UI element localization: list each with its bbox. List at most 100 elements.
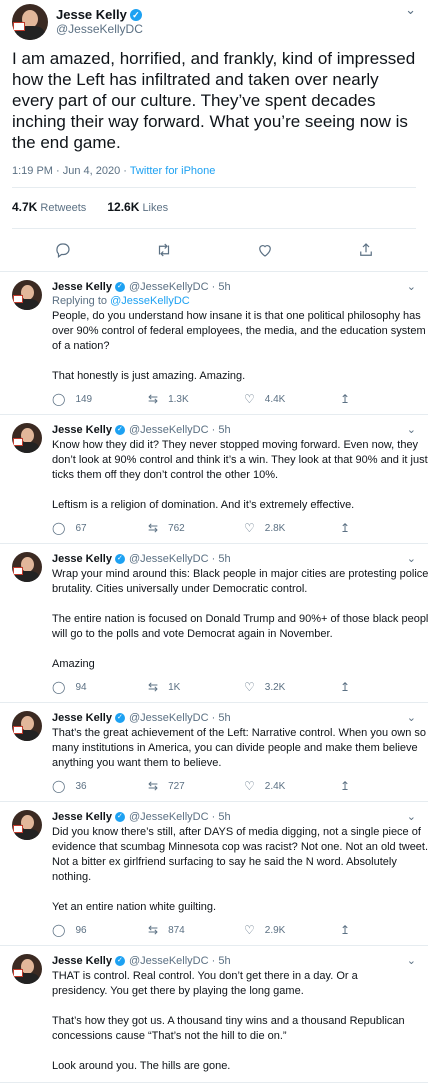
heart-icon: ♡	[244, 680, 255, 694]
reply-button[interactable]: ◯ 94	[52, 680, 148, 694]
reply-tweet[interactable]: Jesse Kelly ✓ @JesseKellyDC · 5h Know how t…	[0, 415, 428, 544]
chevron-down-icon[interactable]: ⌄	[407, 954, 416, 967]
heart-icon[interactable]	[256, 241, 274, 259]
share-icon: ↥	[340, 923, 351, 937]
main-action-bar	[12, 229, 416, 271]
author-handle[interactable]: @JesseKellyDC	[56, 22, 143, 37]
tweet-timestamp[interactable]: 1:19 PM · Jun 4, 2020 ·	[12, 165, 130, 177]
author-handle[interactable]: @JesseKellyDC · 5h	[129, 954, 231, 968]
retweets-stat[interactable]: 4.7K Retweets	[12, 200, 87, 214]
avatar[interactable]	[12, 280, 42, 310]
verified-badge-icon: ✓	[114, 713, 125, 723]
reply-action-bar: ◯ 67 ⇆ 762 ♡ 2.8K ↥	[52, 521, 428, 535]
author-name[interactable]: Jesse Kelly	[52, 810, 112, 824]
author-name[interactable]: Jesse Kelly	[56, 7, 127, 22]
retweet-icon: ⇆	[148, 392, 159, 406]
tweet-meta: 1:19 PM · Jun 4, 2020 · Twitter for iPho…	[12, 165, 416, 188]
replying-to-prefix: Replying to	[52, 295, 111, 307]
retweet-button[interactable]: ⇆ 727	[148, 779, 244, 793]
reply-action-bar: ◯ 96 ⇆ 874 ♡ 2.9K ↥	[52, 923, 428, 937]
reply-header: Jesse Kelly ✓ @JesseKellyDC · 5h	[52, 954, 416, 968]
chevron-down-icon[interactable]: ⌄	[407, 423, 416, 436]
author-name[interactable]: Jesse Kelly	[52, 423, 112, 437]
like-button[interactable]: ♡ 4.4K	[244, 392, 340, 406]
reply-count: 67	[75, 522, 87, 534]
reply-button[interactable]: ◯ 67	[52, 521, 148, 535]
like-button[interactable]: ♡ 2.9K	[244, 923, 340, 937]
reply-count: 94	[75, 681, 87, 693]
reply-text: That’s the great achievement of the Left…	[52, 727, 426, 769]
reply-body: Jesse Kelly ✓ @JesseKellyDC · 5h THAT is co…	[52, 954, 416, 1074]
share-button[interactable]: ↥	[340, 923, 428, 937]
tweet-source[interactable]: Twitter for iPhone	[130, 165, 216, 177]
reply-header: Jesse Kelly ✓ @JesseKellyDC · 5h	[52, 423, 428, 437]
retweet-count: 762	[168, 522, 185, 534]
reply-text: Did you know there’s still, after DAYS o…	[52, 826, 428, 913]
speech-bubble-icon: ◯	[52, 680, 66, 694]
retweet-icon[interactable]	[155, 241, 173, 259]
reply-action-bar: ◯ 36 ⇆ 727 ♡ 2.4K ↥	[52, 779, 428, 793]
author-handle[interactable]: @JesseKellyDC · 5h	[129, 810, 231, 824]
likes-count: 12.6K	[107, 200, 140, 214]
reply-body: Jesse Kelly ✓ @JesseKellyDC · 5h Wrap your …	[52, 552, 428, 694]
share-icon: ↥	[340, 392, 351, 406]
retweets-label: Retweets	[40, 202, 87, 214]
avatar[interactable]	[12, 954, 42, 984]
share-button[interactable]: ↥	[340, 779, 428, 793]
avatar[interactable]	[12, 4, 48, 40]
retweet-button[interactable]: ⇆ 762	[148, 521, 244, 535]
share-button[interactable]: ↥	[340, 680, 428, 694]
avatar[interactable]	[12, 423, 42, 453]
chevron-down-icon[interactable]: ⌄	[407, 711, 416, 724]
share-icon[interactable]	[357, 241, 375, 259]
reply-body: Jesse Kelly ✓ @JesseKellyDC · 5h Did you kn…	[52, 810, 428, 937]
share-button[interactable]: ↥	[340, 521, 428, 535]
speech-bubble-icon: ◯	[52, 392, 66, 406]
reply-tweet[interactable]: Jesse Kelly ✓ @JesseKellyDC · 5h Did you kn…	[0, 802, 428, 946]
like-count: 4.4K	[264, 393, 286, 405]
chevron-down-icon[interactable]: ⌄	[407, 810, 416, 823]
reply-button[interactable]: ◯ 96	[52, 923, 148, 937]
reply-button[interactable]: ◯ 149	[52, 392, 148, 406]
retweet-icon: ⇆	[148, 779, 159, 793]
author-handle[interactable]: @JesseKellyDC · 5h	[129, 280, 231, 294]
avatar[interactable]	[12, 552, 42, 582]
retweet-button[interactable]: ⇆ 1K	[148, 680, 244, 694]
reply-count: 149	[75, 393, 93, 405]
retweet-button[interactable]: ⇆ 1.3K	[148, 392, 244, 406]
like-button[interactable]: ♡ 2.4K	[244, 779, 340, 793]
heart-icon: ♡	[244, 521, 255, 535]
like-button[interactable]: ♡ 2.8K	[244, 521, 340, 535]
chevron-down-icon[interactable]: ⌄	[407, 280, 416, 293]
reply-tweet[interactable]: Jesse Kelly ✓ @JesseKellyDC · 5h THAT is co…	[0, 946, 428, 1083]
author-handle[interactable]: @JesseKellyDC · 5h	[129, 423, 231, 437]
author-name[interactable]: Jesse Kelly	[52, 954, 112, 968]
like-button[interactable]: ♡ 3.2K	[244, 680, 340, 694]
likes-label: Likes	[142, 202, 169, 214]
replying-to-handle[interactable]: @JesseKellyDC	[110, 295, 190, 307]
reply-button[interactable]: ◯ 36	[52, 779, 148, 793]
chevron-down-icon[interactable]: ⌄	[405, 2, 416, 18]
reply-tweet[interactable]: Jesse Kelly ✓ @JesseKellyDC · 5h Wrap your …	[0, 544, 428, 703]
retweet-count: 1.3K	[168, 393, 189, 405]
reply-header: Jesse Kelly ✓ @JesseKellyDC · 5h	[52, 280, 428, 294]
reply-tweet[interactable]: Jesse Kelly ✓ @JesseKellyDC · 5h Replying t…	[0, 272, 428, 415]
author-handle[interactable]: @JesseKellyDC · 5h	[129, 711, 231, 725]
reply-icon[interactable]	[54, 241, 72, 259]
main-tweet-header: Jesse Kelly ✓ @JesseKellyDC ⌄	[12, 0, 416, 44]
retweet-button[interactable]: ⇆ 874	[148, 923, 244, 937]
reply-text: People, do you understand how insane it …	[52, 310, 426, 382]
likes-stat[interactable]: 12.6K Likes	[107, 200, 169, 214]
author-name[interactable]: Jesse Kelly	[52, 280, 112, 294]
avatar[interactable]	[12, 810, 42, 840]
verified-badge-icon: ✓	[114, 425, 125, 435]
author-name[interactable]: Jesse Kelly	[52, 552, 112, 566]
author-handle[interactable]: @JesseKellyDC · 5h	[129, 552, 231, 566]
chevron-down-icon[interactable]: ⌄	[407, 552, 416, 565]
reply-tweet[interactable]: Jesse Kelly ✓ @JesseKellyDC · 5h That’s the…	[0, 703, 428, 802]
share-button[interactable]: ↥	[340, 392, 428, 406]
author-name[interactable]: Jesse Kelly	[52, 711, 112, 725]
avatar[interactable]	[12, 711, 42, 741]
like-count: 2.4K	[264, 780, 286, 792]
reply-body: Jesse Kelly ✓ @JesseKellyDC · 5h Replying t…	[52, 280, 428, 406]
